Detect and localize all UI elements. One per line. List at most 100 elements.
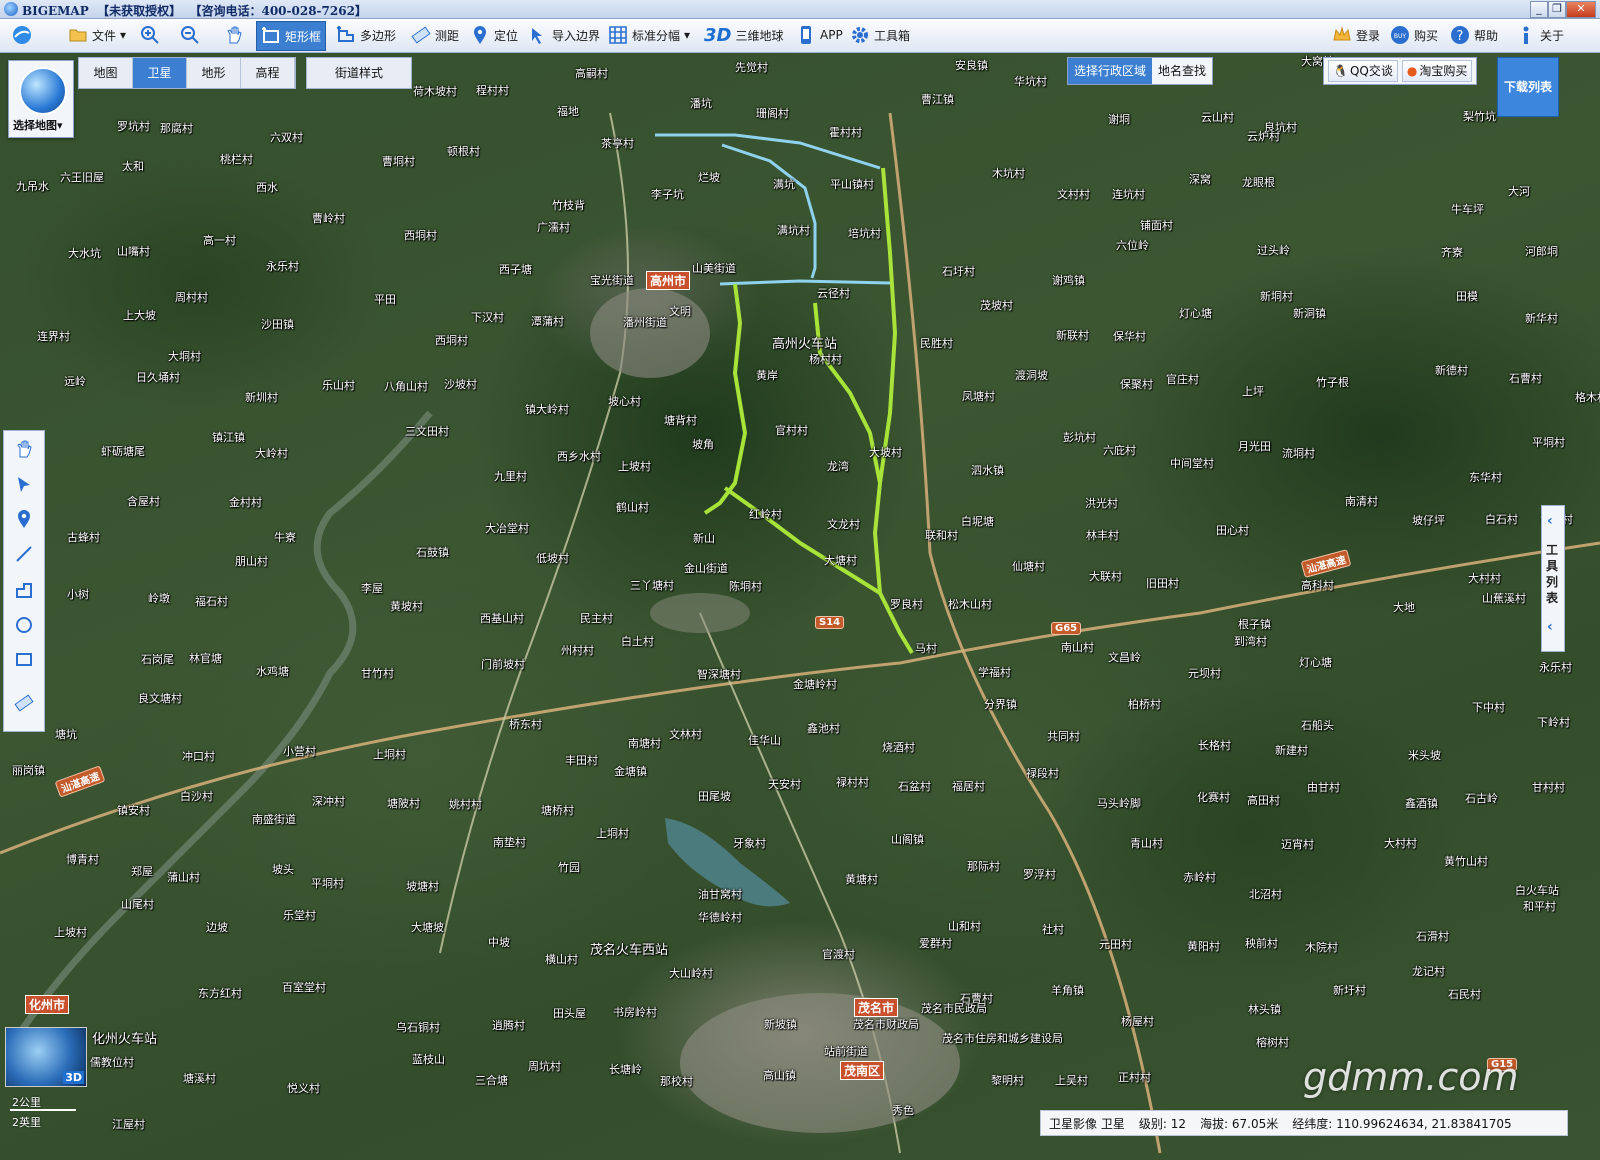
buy-badge-icon: BUY xyxy=(1390,25,1410,45)
download-list-button[interactable]: 下载列表 xyxy=(1497,57,1559,117)
polygon-label: 多边形 xyxy=(360,28,397,43)
about-button[interactable]: 关于 xyxy=(1512,21,1568,49)
place-search-button[interactable]: 地名查找 xyxy=(1152,58,1212,84)
zoom-out-button[interactable] xyxy=(176,21,204,49)
place-label: 坡头 xyxy=(272,863,294,876)
tab-map[interactable]: 地图 xyxy=(79,58,133,88)
place-label: 新垌村 xyxy=(1260,290,1293,303)
app-menu-button[interactable] xyxy=(8,21,36,49)
import-boundary-button[interactable]: 导入边界 xyxy=(524,21,604,49)
polygon-button[interactable]: 多边形 xyxy=(332,21,400,49)
tab-elevation[interactable]: 高程 xyxy=(241,58,295,88)
toolbox-button[interactable]: 工具箱 xyxy=(846,21,914,49)
maximize-button[interactable]: ❐ xyxy=(1548,1,1566,18)
login-button[interactable]: 登录 xyxy=(1328,21,1384,49)
place-label: 塘桥村 xyxy=(541,804,574,817)
place-label: 龙眼根 xyxy=(1242,176,1275,189)
place-label: 田心村 xyxy=(1216,524,1249,537)
place-label: 青山村 xyxy=(1130,837,1163,850)
chevron-left-icon[interactable]: ‹ xyxy=(1547,620,1559,634)
file-menu-button[interactable]: 文件 ▾ xyxy=(64,21,130,49)
rect-select-button[interactable]: 矩形框 xyxy=(256,21,327,51)
street-style-button[interactable]: 街道样式 xyxy=(306,57,412,89)
place-label: 金村村 xyxy=(229,496,262,509)
place-label: 新建村 xyxy=(1275,744,1308,757)
svg-text:?: ? xyxy=(1457,29,1464,44)
place-label: 秀色 xyxy=(892,1104,914,1117)
status-layer: 卫星影像 卫星 xyxy=(1049,1116,1125,1131)
place-label: 山嘴村 xyxy=(117,245,150,258)
select-region-button[interactable]: 选择行政区域 xyxy=(1068,58,1153,84)
place-label: 岭墩 xyxy=(148,592,170,605)
place-label: 六位岭 xyxy=(1116,239,1149,252)
line-icon[interactable] xyxy=(14,544,34,564)
login-label: 登录 xyxy=(1356,28,1381,43)
place-label: 田模 xyxy=(1456,290,1478,303)
place-label: 由甘村 xyxy=(1307,781,1340,794)
place-label: 六庇村 xyxy=(1103,444,1136,457)
ruler-icon[interactable] xyxy=(14,693,34,713)
poi-label: 白火车站 xyxy=(1515,884,1559,897)
place-label: 白土村 xyxy=(621,635,654,648)
highway-shield: S14 xyxy=(815,616,845,629)
place-label: 石盆村 xyxy=(898,780,931,793)
tool-list-panel[interactable]: ‹ 工具列表 ‹ xyxy=(1541,505,1565,652)
place-label: 马头岭脚 xyxy=(1097,797,1141,810)
qq-chat-button[interactable]: 🐧 QQ交谈 xyxy=(1328,60,1398,82)
place-label: 华德岭村 xyxy=(698,911,742,924)
tab-terrain[interactable]: 地形 xyxy=(187,58,241,88)
marker-pin-icon[interactable] xyxy=(14,509,34,529)
minimize-button[interactable]: _ xyxy=(1530,1,1548,18)
place-label: 黄坡村 xyxy=(390,600,423,613)
place-label: 三合塘 xyxy=(475,1074,508,1087)
place-label: 高嗣村 xyxy=(575,67,608,80)
place-label: 铺面村 xyxy=(1140,219,1173,232)
place-label: 上大坡 xyxy=(123,309,156,322)
tab-satellite[interactable]: 卫星 xyxy=(133,58,187,88)
earth3d-button[interactable]: 3D 三维地球 xyxy=(700,21,787,49)
place-label: 小树 xyxy=(67,588,89,601)
measure-button[interactable]: 测距 xyxy=(407,21,463,49)
place-label: 站前街道 xyxy=(824,1045,868,1058)
rectangle-icon[interactable] xyxy=(14,649,34,669)
place-label: 蒲山村 xyxy=(167,871,200,884)
mini-globe-3d[interactable]: 3D xyxy=(5,1027,87,1087)
taobao-buy-button[interactable]: ● 淘宝购买 xyxy=(1401,60,1473,82)
pan-hand-icon[interactable] xyxy=(14,439,34,459)
place-label: 云山村 xyxy=(1201,111,1234,124)
expressway-g65 xyxy=(888,112,1162,1154)
pointer-arrow-icon[interactable] xyxy=(14,475,34,495)
buy-button[interactable]: BUY 购买 xyxy=(1386,21,1442,49)
pan-button[interactable] xyxy=(220,21,248,49)
zoom-out-icon xyxy=(180,25,200,45)
place-label: 那校村 xyxy=(660,1075,693,1088)
place-label: 过头岭 xyxy=(1257,244,1290,257)
place-label: 元田村 xyxy=(1099,938,1132,951)
close-button[interactable]: ✕ xyxy=(1566,1,1596,18)
about-label: 关于 xyxy=(1540,28,1565,43)
city-label: 茂南区 xyxy=(840,1061,885,1080)
standard-sheet-button[interactable]: 标准分幅 ▾ xyxy=(604,21,694,49)
place-label: 郑屋 xyxy=(131,865,153,878)
zoom-in-button[interactable] xyxy=(136,21,164,49)
place-label: 谢鸡镇 xyxy=(1052,274,1085,287)
help-button[interactable]: ? 帮助 xyxy=(1446,21,1502,49)
place-label: 李子坑 xyxy=(651,188,684,201)
place-label: 甘竹村 xyxy=(361,667,394,680)
map-select-button[interactable]: 选择地图▾ xyxy=(8,60,74,138)
chevron-left-icon[interactable]: ‹ xyxy=(1547,514,1559,528)
satellite-map[interactable]: 高嗣村 先觉村 安良镇 华坑村 荷木坡村 程村村 福地 潘坑 珊阁村 曹江镇 罗… xyxy=(0,53,1600,1160)
locate-button[interactable]: 定位 xyxy=(466,21,522,49)
chevron-down-icon: ▾ xyxy=(684,28,691,42)
polyline-icon[interactable] xyxy=(14,580,34,600)
place-label: 柏桥村 xyxy=(1128,698,1161,711)
circle-icon[interactable] xyxy=(14,615,34,635)
import-boundary-label: 导入边界 xyxy=(552,28,601,43)
place-label: 茂名市财政局 xyxy=(853,1018,919,1031)
app-button[interactable]: APP xyxy=(792,21,847,49)
place-label: 泗水镇 xyxy=(971,464,1004,477)
place-label: 良文塘村 xyxy=(138,692,182,705)
place-label: 智深塘村 xyxy=(697,668,741,681)
place-label: 河郎垌 xyxy=(1525,245,1558,258)
place-label: 新圳村 xyxy=(245,391,278,404)
